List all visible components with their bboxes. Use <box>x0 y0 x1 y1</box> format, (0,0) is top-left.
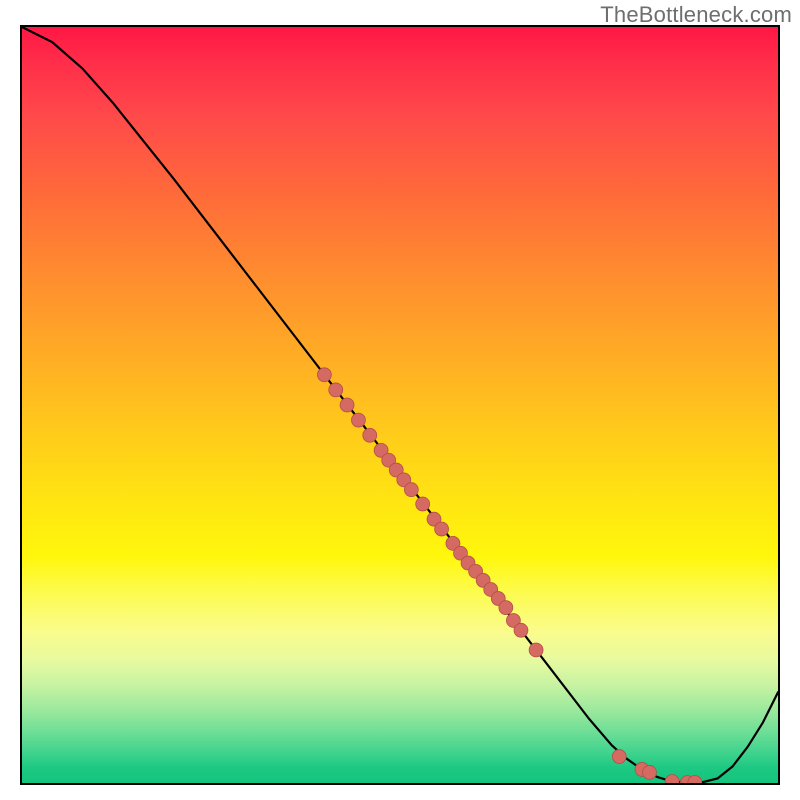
data-point <box>340 398 354 412</box>
overlay-svg <box>22 27 778 783</box>
plot-area <box>20 25 780 785</box>
highlighted-points <box>317 368 701 783</box>
data-point <box>363 428 377 442</box>
data-point <box>612 750 626 764</box>
data-point <box>665 775 679 783</box>
data-point <box>435 522 449 536</box>
data-point <box>643 765 657 779</box>
data-point <box>514 623 528 637</box>
bottleneck-curve <box>22 27 778 783</box>
data-point <box>329 383 343 397</box>
data-point <box>351 413 365 427</box>
watermark-text: TheBottleneck.com <box>600 2 792 28</box>
data-point <box>529 643 543 657</box>
data-point <box>499 601 513 615</box>
data-point <box>317 368 331 382</box>
data-point <box>404 483 418 497</box>
data-point <box>416 497 430 511</box>
chart-canvas: TheBottleneck.com <box>0 0 800 800</box>
